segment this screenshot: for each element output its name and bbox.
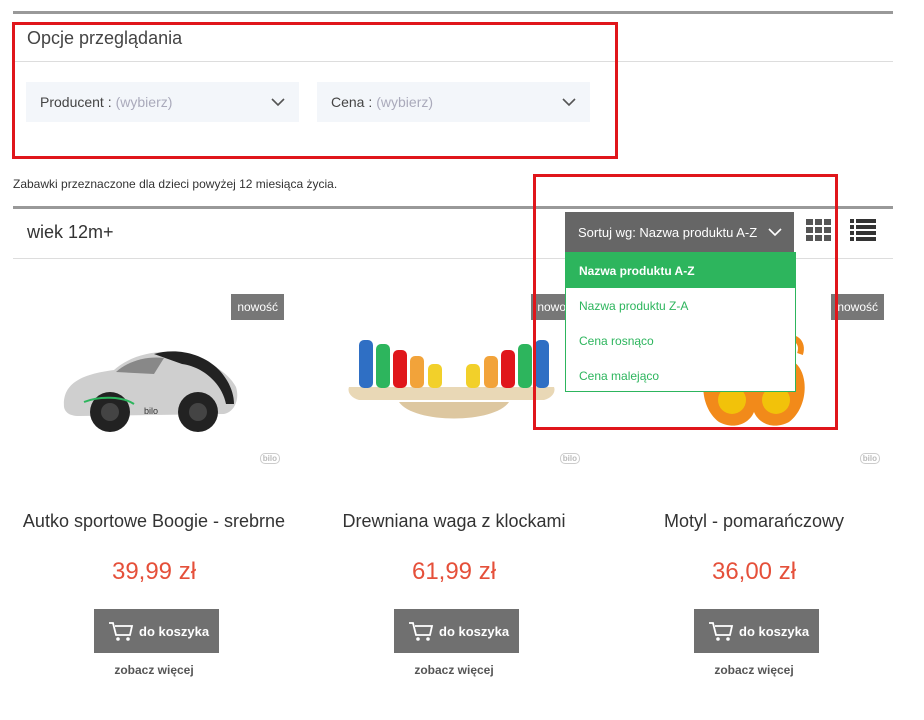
list-view-icon[interactable] xyxy=(850,219,876,241)
sort-highlight-box xyxy=(533,174,838,430)
see-more-link[interactable]: zobacz więcej xyxy=(4,663,304,677)
add-to-cart-button[interactable]: do koszyka xyxy=(94,609,219,653)
new-badge: nowość xyxy=(831,294,884,320)
cart-icon xyxy=(409,622,434,641)
brand-logo: bilo xyxy=(859,453,880,464)
category-title: wiek 12m+ xyxy=(27,222,114,242)
product-name[interactable]: Autko sportowe Boogie - srebrne xyxy=(14,512,294,531)
product-card: bilo nowość bilo Autko sportowe Boogie -… xyxy=(4,290,304,690)
product-name[interactable]: Motyl - pomarańczowy xyxy=(614,512,894,531)
add-to-cart-button[interactable]: do koszyka xyxy=(694,609,819,653)
cart-icon xyxy=(709,622,734,641)
product-name[interactable]: Drewniana waga z klockami xyxy=(314,512,594,531)
product-price: 61,99 zł xyxy=(411,558,497,585)
svg-text:bilo: bilo xyxy=(144,406,158,416)
brand-logo: bilo xyxy=(259,453,280,464)
cart-icon xyxy=(109,622,134,641)
brand-logo: bilo xyxy=(559,453,580,464)
new-badge: nowość xyxy=(231,294,284,320)
see-more-link[interactable]: zobacz więcej xyxy=(304,663,604,677)
product-price: 36,00 zł xyxy=(711,558,797,585)
category-description: Zabawki przeznaczone dla dzieci powyżej … xyxy=(13,177,338,191)
product-image[interactable]: bilo xyxy=(4,312,304,462)
top-divider xyxy=(13,11,893,14)
add-to-cart-button[interactable]: do koszyka xyxy=(394,609,519,653)
add-to-cart-label: do koszyka xyxy=(139,623,210,639)
see-more-link[interactable]: zobacz więcej xyxy=(604,663,904,677)
add-to-cart-label: do koszyka xyxy=(439,623,510,639)
add-to-cart-label: do koszyka xyxy=(739,623,810,639)
product-price: 39,99 zł xyxy=(111,558,197,585)
filter-highlight-box xyxy=(12,22,618,159)
